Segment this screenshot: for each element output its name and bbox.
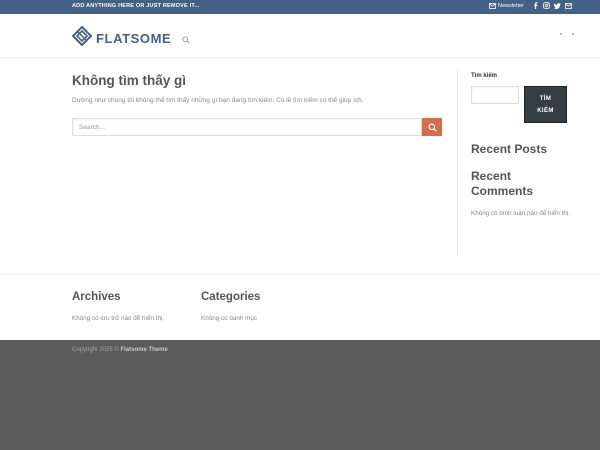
top-bar: ADD ANYTHING HERE OR JUST REMOVE IT... N… — [0, 0, 600, 14]
copyright: Copyright 2025 © Flatsome Theme — [72, 347, 168, 353]
header-search-icon[interactable] — [182, 31, 190, 49]
logo-mark-icon — [71, 25, 93, 51]
sidebar-search-button[interactable]: TÌM KIẾM — [524, 86, 567, 123]
envelope-icon — [489, 2, 496, 9]
recent-comments-title: Recent Comments — [471, 169, 534, 198]
top-bar-promo: ADD ANYTHING HERE OR JUST REMOVE IT... — [72, 3, 200, 9]
archives-title: Archives — [72, 291, 121, 303]
header-nav-dot-1[interactable] — [560, 33, 562, 35]
page-description: Dường như chúng tôi không thể tìm thấy n… — [72, 97, 364, 104]
header-nav-right — [560, 33, 574, 35]
main-search-button[interactable] — [422, 118, 442, 136]
archives-empty: Không có lưu trữ nào để hiển thị. — [72, 315, 165, 322]
site-header: FLATSOME — [0, 14, 600, 58]
top-bar-right: Newsletter — [489, 2, 572, 9]
copyright-prefix: Copyright 2025 © — [72, 347, 119, 353]
header-nav-dot-2[interactable] — [572, 33, 574, 35]
facebook-icon[interactable] — [532, 2, 539, 9]
categories-empty: Không có danh mục — [201, 315, 258, 322]
sidebar-search-input[interactable] — [471, 86, 519, 104]
sidebar-search-label: Tìm kiếm — [471, 73, 498, 79]
main-search-form — [72, 118, 442, 136]
sidebar-divider — [457, 70, 458, 256]
email-icon[interactable] — [565, 2, 572, 9]
recent-comments-empty: Không có bình luận nào để hiển thị. — [471, 210, 571, 217]
newsletter-link[interactable]: Newsletter — [489, 2, 524, 9]
logo-text: FLATSOME — [96, 31, 172, 46]
main-search-input[interactable] — [72, 118, 422, 136]
instagram-icon[interactable] — [543, 2, 550, 9]
search-icon — [428, 123, 437, 132]
sidebar-search-button-line-2: KIẾM — [537, 107, 554, 114]
twitter-icon[interactable] — [554, 2, 561, 9]
sidebar-search-button-line-1: TÌM — [539, 95, 552, 102]
page-title: Không tìm thấy gì — [72, 73, 186, 88]
newsletter-label: Newsletter — [498, 2, 524, 9]
footer-widgets: Archives Không có lưu trữ nào để hiển th… — [0, 274, 600, 340]
categories-title: Categories — [201, 291, 261, 303]
site-logo[interactable]: FLATSOME — [71, 25, 172, 51]
recent-posts-title: Recent Posts — [471, 142, 548, 156]
copyright-brand-link[interactable]: Flatsome Theme — [120, 347, 167, 353]
site-footer: Copyright 2025 © Flatsome Theme — [0, 340, 600, 450]
